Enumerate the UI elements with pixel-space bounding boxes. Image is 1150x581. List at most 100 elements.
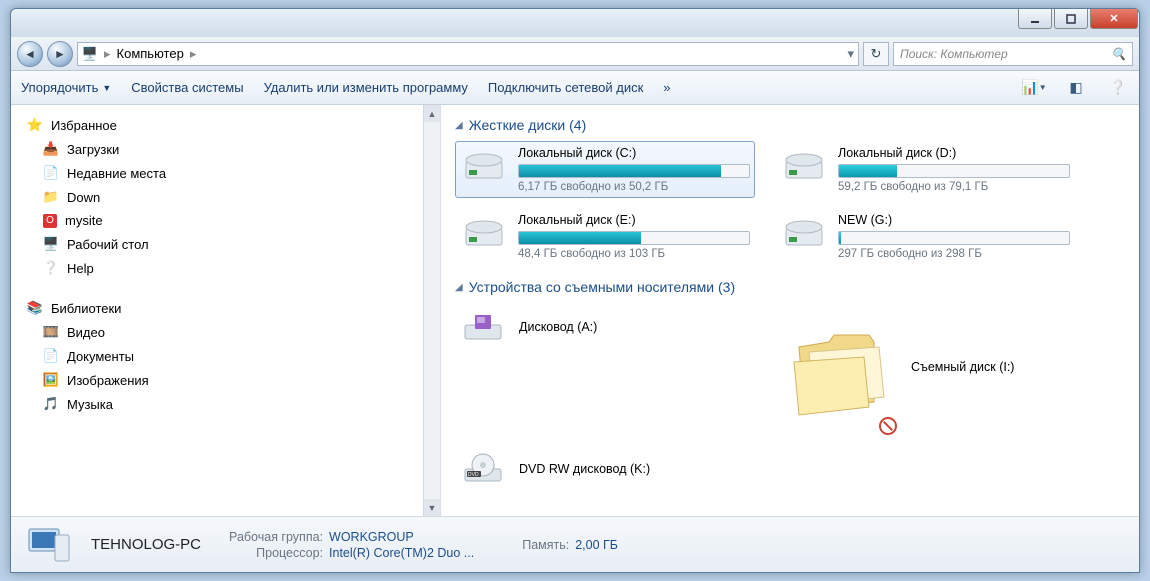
favorites-header[interactable]: ⭐Избранное: [11, 113, 440, 137]
workgroup-label: Рабочая группа:: [229, 530, 323, 544]
floppy-icon: [459, 307, 507, 347]
help-icon: ❔: [43, 260, 59, 276]
scroll-up-icon[interactable]: ▲: [424, 105, 440, 122]
refresh-button[interactable]: ↻: [863, 42, 889, 66]
drive-item[interactable]: Локальный диск (E:) 48,4 ГБ свободно из …: [455, 208, 755, 265]
video-icon: 🎞️: [43, 324, 59, 340]
free-space-label: 6,17 ГБ свободно из 50,2 ГБ: [518, 181, 750, 193]
capacity-bar: [518, 231, 750, 245]
organize-button[interactable]: Упорядочить ▼: [21, 80, 111, 95]
sidebar-item-down[interactable]: 📁Down: [11, 185, 440, 209]
sidebar-item-video[interactable]: 🎞️Видео: [11, 320, 440, 344]
map-drive-button[interactable]: Подключить сетевой диск: [488, 80, 643, 95]
workgroup-value: WORKGROUP: [329, 530, 474, 544]
device-label: Съемный диск (I:): [911, 360, 1014, 374]
hdd-icon: [780, 213, 828, 253]
collapse-icon: ◢: [455, 120, 463, 131]
search-input[interactable]: Поиск: Компьютер 🔍: [893, 42, 1133, 66]
music-icon: 🎵: [43, 396, 59, 412]
close-button[interactable]: ✕: [1090, 9, 1138, 29]
images-icon: 🖼️: [43, 372, 59, 388]
folder-open-icon: [779, 307, 899, 427]
sidebar-item-mysite[interactable]: Omysite: [11, 209, 440, 232]
drive-name: Локальный диск (C:): [518, 146, 750, 160]
libraries-header[interactable]: 📚Библиотеки: [11, 296, 440, 320]
floppy-drive[interactable]: Дисковод (A:): [455, 303, 755, 351]
pc-name: TEHNOLOG-PC: [91, 536, 201, 553]
free-space-label: 48,4 ГБ свободно из 103 ГБ: [518, 248, 750, 260]
desktop-icon: 🖥️: [43, 236, 59, 252]
removable-disk[interactable]: Съемный диск (I:): [775, 303, 1095, 431]
sidebar-scrollbar[interactable]: ▲ ▼: [423, 105, 440, 516]
free-space-label: 59,2 ГБ свободно из 79,1 ГБ: [838, 181, 1070, 193]
nav-bar: ◄ ► 🖥️ ▸ Компьютер ▸ ▾ ↻ Поиск: Компьюте…: [11, 37, 1139, 71]
sidebar-item-help[interactable]: ❔Help: [11, 256, 440, 280]
help-button[interactable]: ❔: [1107, 77, 1129, 99]
scroll-down-icon[interactable]: ▼: [424, 499, 440, 516]
hdd-group-header[interactable]: ◢ Жесткие диски (4): [455, 117, 1125, 133]
sidebar-item-downloads[interactable]: 📥Загрузки: [11, 137, 440, 161]
search-placeholder: Поиск: Компьютер: [900, 47, 1008, 61]
folder-icon: 📁: [43, 189, 59, 205]
computer-icon: 🖥️: [82, 46, 98, 62]
hdd-icon: [460, 213, 508, 253]
cpu-value: Intel(R) Core(TM)2 Duo ...: [329, 546, 474, 560]
drive-name: Локальный диск (E:): [518, 213, 750, 227]
sidebar-item-documents[interactable]: 📄Документы: [11, 344, 440, 368]
dvd-icon: DVD: [459, 449, 507, 489]
libraries-icon: 📚: [27, 300, 43, 316]
dvd-drive[interactable]: DVD DVD RW дисковод (K:): [455, 445, 755, 493]
sidebar-item-recent[interactable]: 📄Недавние места: [11, 161, 440, 185]
download-icon: 📥: [43, 141, 59, 157]
explorer-window: ✕ ◄ ► 🖥️ ▸ Компьютер ▸ ▾ ↻ Поиск: Компью…: [10, 8, 1140, 573]
opera-icon: O: [43, 214, 57, 228]
sidebar-item-music[interactable]: 🎵Музыка: [11, 392, 440, 416]
removable-group-header[interactable]: ◢ Устройства со съемными носителями (3): [455, 279, 1125, 295]
computer-icon: [25, 525, 73, 565]
drive-name: NEW (G:): [838, 213, 1070, 227]
sidebar-item-desktop[interactable]: 🖥️Рабочий стол: [11, 232, 440, 256]
details-pane: TEHNOLOG-PC Рабочая группа: WORKGROUP Про…: [11, 516, 1139, 572]
nav-pane: ⭐Избранное 📥Загрузки 📄Недавние места 📁Do…: [11, 105, 441, 516]
system-properties-button[interactable]: Свойства системы: [131, 80, 243, 95]
svg-text:DVD: DVD: [468, 472, 479, 478]
titlebar[interactable]: ✕: [11, 9, 1139, 37]
uninstall-button[interactable]: Удалить или изменить программу: [264, 80, 468, 95]
recent-icon: 📄: [43, 165, 59, 181]
toolbar-overflow[interactable]: »: [663, 80, 670, 95]
capacity-bar: [838, 231, 1070, 245]
toolbar: Упорядочить ▼ Свойства системы Удалить и…: [11, 71, 1139, 105]
preview-pane-button[interactable]: ◧: [1065, 77, 1087, 99]
hdd-icon: [460, 146, 508, 186]
dropdown-icon[interactable]: ▾: [847, 46, 854, 62]
forbidden-icon: [879, 417, 897, 435]
mem-label: Память:: [522, 538, 569, 552]
drive-item[interactable]: Локальный диск (D:) 59,2 ГБ свободно из …: [775, 141, 1075, 198]
search-icon[interactable]: 🔍: [1111, 47, 1126, 61]
star-icon: ⭐: [27, 117, 43, 133]
free-space-label: 297 ГБ свободно из 298 ГБ: [838, 248, 1070, 260]
device-label: Дисковод (A:): [519, 320, 597, 334]
content-pane: ◢ Жесткие диски (4) Локальный диск (C:) …: [441, 105, 1139, 516]
breadcrumb-sep: ▸: [190, 46, 197, 62]
mem-value: 2,00 ГБ: [575, 538, 618, 552]
drive-name: Локальный диск (D:): [838, 146, 1070, 160]
drive-item[interactable]: NEW (G:) 297 ГБ свободно из 298 ГБ: [775, 208, 1075, 265]
docs-icon: 📄: [43, 348, 59, 364]
forward-button[interactable]: ►: [47, 41, 73, 67]
cpu-label: Процессор:: [229, 546, 323, 560]
chevron-down-icon: ▼: [102, 83, 111, 93]
back-button[interactable]: ◄: [17, 41, 43, 67]
maximize-button[interactable]: [1054, 9, 1088, 29]
capacity-bar: [838, 164, 1070, 178]
view-button[interactable]: 📊 ▼: [1023, 77, 1045, 99]
drive-item[interactable]: Локальный диск (C:) 6,17 ГБ свободно из …: [455, 141, 755, 198]
device-label: DVD RW дисковод (K:): [519, 462, 650, 476]
capacity-bar: [518, 164, 750, 178]
minimize-button[interactable]: [1018, 9, 1052, 29]
address-bar[interactable]: 🖥️ ▸ Компьютер ▸ ▾: [77, 42, 859, 66]
breadcrumb-sep: ▸: [104, 46, 111, 62]
sidebar-item-images[interactable]: 🖼️Изображения: [11, 368, 440, 392]
hdd-icon: [780, 146, 828, 186]
breadcrumb-location[interactable]: Компьютер: [117, 46, 184, 61]
